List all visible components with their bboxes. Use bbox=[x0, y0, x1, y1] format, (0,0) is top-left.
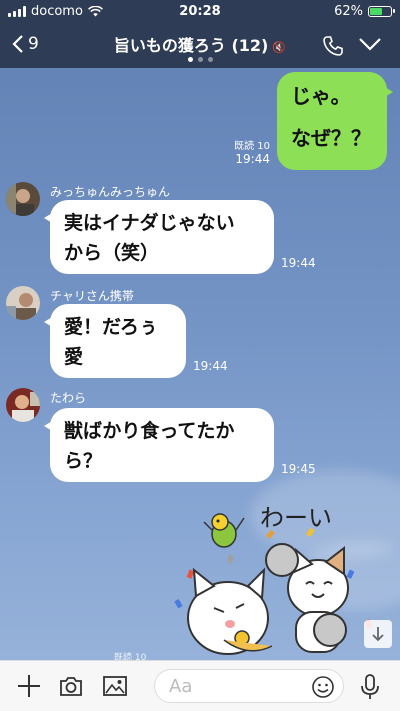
message-text: ら？ bbox=[64, 450, 103, 472]
message-text: 愛 bbox=[64, 346, 84, 368]
status-bar: docomo 20:28 62% bbox=[0, 0, 400, 24]
page-dot bbox=[197, 57, 203, 62]
input-bar: Aa bbox=[0, 660, 400, 711]
sender-name: チャリさん携帯 bbox=[50, 289, 134, 303]
battery-fill bbox=[370, 8, 382, 15]
emoji-icon[interactable] bbox=[311, 675, 335, 699]
outgoing-meta: 既読 10 19:44 bbox=[234, 140, 270, 166]
input-placeholder: Aa bbox=[169, 676, 193, 697]
incoming-message-bubble[interactable]: 実はイナダじゃない から（笑） bbox=[44, 200, 274, 274]
message-input[interactable]: Aa bbox=[154, 669, 344, 703]
page-dot bbox=[207, 57, 213, 62]
outgoing-message-bubble[interactable]: じゃ。 なぜ？？ bbox=[277, 72, 393, 170]
right-cat-drawing bbox=[265, 543, 349, 653]
message-time: 19:45 bbox=[281, 462, 316, 476]
chat-header: 9 旨いもの獲ろう (12) 🔇 bbox=[0, 24, 400, 68]
message-text: 獣ばかり食ってたか bbox=[64, 420, 235, 442]
chevron-down-icon[interactable] bbox=[358, 37, 382, 51]
message-text: から（笑） bbox=[64, 242, 160, 264]
message-text: なぜ？？ bbox=[291, 126, 371, 150]
incoming-message-bubble[interactable]: 愛！だろぅ 愛 bbox=[44, 304, 186, 378]
avatar[interactable] bbox=[6, 182, 40, 216]
message-text: 実はイナダじゃない bbox=[64, 212, 235, 234]
message-text: じゃ。 bbox=[291, 84, 351, 108]
battery-group: 62% bbox=[334, 4, 395, 19]
avatar[interactable] bbox=[6, 286, 40, 320]
battery-icon bbox=[368, 6, 395, 17]
page-indicator bbox=[0, 57, 400, 62]
incoming-message-bubble[interactable]: 獣ばかり食ってたか ら？ bbox=[44, 408, 274, 482]
phone-icon[interactable] bbox=[322, 35, 344, 57]
plus-icon[interactable] bbox=[16, 673, 42, 699]
avatar[interactable] bbox=[6, 388, 40, 422]
left-cat-drawing bbox=[187, 567, 273, 655]
message-time: 19:44 bbox=[193, 359, 228, 373]
chat-screen: docomo 20:28 62% 9 旨いもの獲ろう (12) 🔇 じゃ。 なぜ… bbox=[0, 0, 400, 711]
scroll-to-bottom-button[interactable] bbox=[364, 620, 392, 648]
message-text: 愛！だろぅ bbox=[64, 316, 158, 338]
message-time: 19:44 bbox=[235, 152, 270, 166]
group-name: 旨いもの獲ろう (12) bbox=[113, 36, 269, 55]
parakeet-drawing bbox=[203, 513, 245, 548]
arrow-down-icon bbox=[372, 627, 384, 642]
sticker-text: わーい bbox=[260, 504, 332, 532]
mute-icon: 🔇 bbox=[272, 41, 287, 54]
microphone-icon[interactable] bbox=[360, 673, 380, 701]
cat-sticker[interactable]: わーい bbox=[168, 500, 380, 660]
sender-name: たわら bbox=[50, 391, 87, 405]
page-dot bbox=[187, 57, 193, 62]
image-icon[interactable] bbox=[102, 673, 128, 699]
message-time: 19:44 bbox=[281, 256, 316, 270]
camera-icon[interactable] bbox=[58, 673, 84, 699]
sender-name: みっちゅんみっちゅん bbox=[50, 185, 171, 199]
battery-percent: 62% bbox=[334, 4, 363, 19]
